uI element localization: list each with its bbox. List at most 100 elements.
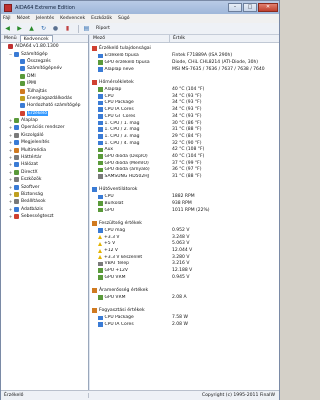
tree-item[interactable]: + Operációs rendszer (1, 124, 88, 131)
field-icon (98, 114, 103, 119)
menu-tools[interactable]: Eszközök (91, 16, 112, 21)
detail-row[interactable]: GPU +12V 12.188 V (90, 267, 279, 274)
close-button[interactable]: ✕ (258, 3, 278, 12)
menu-view[interactable]: Nézet (17, 16, 30, 21)
detail-row[interactable]: CPU IA Cores 34 °C (93 °F) (90, 106, 279, 113)
field-value: 34 °C (93 °F) (172, 107, 202, 113)
tree-item[interactable]: + Beállítások (1, 198, 88, 205)
detail-row[interactable]: 1. CPU / 1. mag 30 °C (86 °F) (90, 120, 279, 127)
field-label: CPU Package (104, 100, 134, 106)
report-button[interactable]: Riport (96, 26, 110, 31)
chart-icon[interactable]: ▮ (63, 24, 72, 33)
expand-icon[interactable]: + (8, 133, 13, 138)
detail-row[interactable]: 1. CPU / 4. mag 32 °C (90 °F) (90, 140, 279, 147)
tree-item[interactable]: + Sebességteszt (1, 213, 88, 220)
detail-row[interactable]: CPU Package 7.58 W (90, 315, 279, 322)
detail-row[interactable]: Alaplap 40 °C (104 °F) (90, 86, 279, 93)
expand-icon[interactable]: + (8, 125, 13, 130)
tree-item[interactable]: Energiagazdálkodás (1, 95, 88, 102)
menu-help[interactable]: Súgó (118, 16, 130, 21)
detail-row[interactable]: VBAT telep 3.216 V (90, 261, 279, 268)
expand-icon[interactable]: + (8, 170, 13, 175)
collapse-icon[interactable]: − (8, 52, 13, 57)
expand-icon[interactable]: + (8, 118, 13, 123)
menu-favorites[interactable]: Kedvencek (60, 16, 85, 21)
tree-item[interactable]: + Multimédia (1, 146, 88, 153)
tree-item[interactable]: Összegzés (1, 58, 88, 65)
tree-item[interactable]: + Alaplap (1, 117, 88, 124)
field-icon (98, 100, 103, 106)
tree-item[interactable]: + Megjelenítés (1, 139, 88, 146)
expand-icon[interactable]: + (8, 199, 13, 204)
expand-icon[interactable]: + (8, 214, 13, 219)
menu-file[interactable]: Fájl (3, 16, 11, 21)
field-label: VBAT telep (104, 261, 129, 267)
expand-icon[interactable]: + (8, 140, 13, 145)
user-icon[interactable]: ● (51, 24, 60, 33)
detail-row[interactable]: GPU dióda (MemIO) 37 °C (99 °F) (90, 160, 279, 167)
tree-item[interactable]: + Biztonság (1, 191, 88, 198)
detail-row[interactable]: CPU GT Cores 34 °C (93 °F) (90, 113, 279, 120)
detail-row[interactable]: 1. CPU / 2. mag 31 °C (88 °F) (90, 126, 279, 133)
detail-row[interactable]: Érzékelő típusa Fintek F71889A (ISA 290h) (90, 53, 279, 60)
detail-row[interactable]: CPU mag 0.952 V (90, 227, 279, 234)
minimize-button[interactable]: – (228, 3, 242, 12)
detail-row[interactable]: GPU dióda (árnyaló) 36 °C (97 °F) (90, 167, 279, 174)
detail-row[interactable]: GPU VRM 2.08 A (90, 294, 279, 301)
expand-icon[interactable]: + (8, 177, 13, 182)
tree-item[interactable]: Érzékelő (1, 110, 88, 117)
expand-icon[interactable]: + (8, 162, 13, 167)
expand-icon[interactable]: + (8, 155, 13, 160)
tree-item[interactable]: + Kiszolgáló (1, 132, 88, 139)
detail-row[interactable]: CPU 1882 RPM (90, 193, 279, 200)
up-icon[interactable]: ▲ (27, 24, 36, 33)
tree-item[interactable]: IPMI (1, 80, 88, 87)
detail-row[interactable]: Aux 42 °C (108 °F) (90, 146, 279, 153)
tree-item[interactable]: − Számítógép (1, 50, 88, 57)
detail-row[interactable]: Burkolat 938 RPM (90, 200, 279, 207)
detail-row[interactable]: +3.3 V 3.248 V (90, 234, 279, 241)
tree-item[interactable]: AIDA64 v1.80.1300 (1, 43, 88, 50)
detail-row[interactable]: CPU Package 34 °C (93 °F) (90, 100, 279, 107)
maximize-button[interactable]: □ (243, 3, 257, 12)
field-label: SAMSUNG HD502HJ (104, 174, 149, 180)
expand-icon[interactable]: + (8, 185, 13, 190)
expand-icon[interactable]: + (8, 148, 13, 153)
tree-item[interactable]: + Háttértár (1, 154, 88, 161)
detail-row[interactable]: CPU 34 °C (93 °F) (90, 93, 279, 100)
tree-item[interactable]: Számítógépnév (1, 65, 88, 72)
tab-menu[interactable]: Menü (1, 35, 20, 42)
detail-row[interactable]: GPU VRM 0.945 V (90, 274, 279, 281)
report-icon[interactable]: ▤ (82, 24, 91, 33)
detail-row[interactable]: SAMSUNG HD502HJ 31 °C (88 °F) (90, 173, 279, 180)
tree-item[interactable]: Túlhajtás (1, 87, 88, 94)
expand-icon[interactable]: + (8, 207, 13, 212)
refresh-icon[interactable]: ↻ (39, 24, 48, 33)
detail-row[interactable]: +5 V 5.063 V (90, 241, 279, 248)
tree-item[interactable]: DMI (1, 73, 88, 80)
detail-row[interactable]: CPU IA Cores 2.08 W (90, 321, 279, 328)
field-value: 7.58 W (172, 315, 188, 321)
expand-icon[interactable]: + (8, 192, 13, 197)
detail-row[interactable]: GPU dióda (DispIO) 40 °C (104 °F) (90, 153, 279, 160)
detail-row[interactable]: 1. CPU / 3. mag 29 °C (84 °F) (90, 133, 279, 140)
tab-favorites[interactable]: Kedvencek (19, 35, 53, 42)
column-header-value[interactable]: Érték (170, 35, 188, 42)
column-header-field[interactable]: Mező (90, 35, 170, 42)
tree-item[interactable]: + DirectX (1, 169, 88, 176)
tree-item[interactable]: + Adatbázis (1, 206, 88, 213)
tree-item[interactable]: + Hálózat (1, 161, 88, 168)
tree-item[interactable]: Hordozható számítógép (1, 102, 88, 109)
detail-row[interactable]: GPU 1011 RPM (22%) (90, 207, 279, 214)
detail-row[interactable]: +3.3 V készenlét 3.280 V (90, 254, 279, 261)
tree-item[interactable]: + Eszközök (1, 176, 88, 183)
detail-row[interactable]: +12 V 12.044 V (90, 247, 279, 254)
menu-report[interactable]: Jelentés (36, 16, 54, 21)
back-icon[interactable]: ◀ (3, 24, 12, 33)
forward-icon[interactable]: ▶ (15, 24, 24, 33)
tree-item-icon (14, 140, 19, 146)
section-title: Áramerősség értékek (99, 287, 149, 293)
tree-item[interactable]: + Szoftver (1, 183, 88, 190)
detail-row[interactable]: GPU érzékelő típusa Diode, CHiL CHL8214 (… (90, 59, 279, 66)
detail-row[interactable]: Alaplap neve MSI MS-7635 / 7636 / 7637 / … (90, 66, 279, 73)
